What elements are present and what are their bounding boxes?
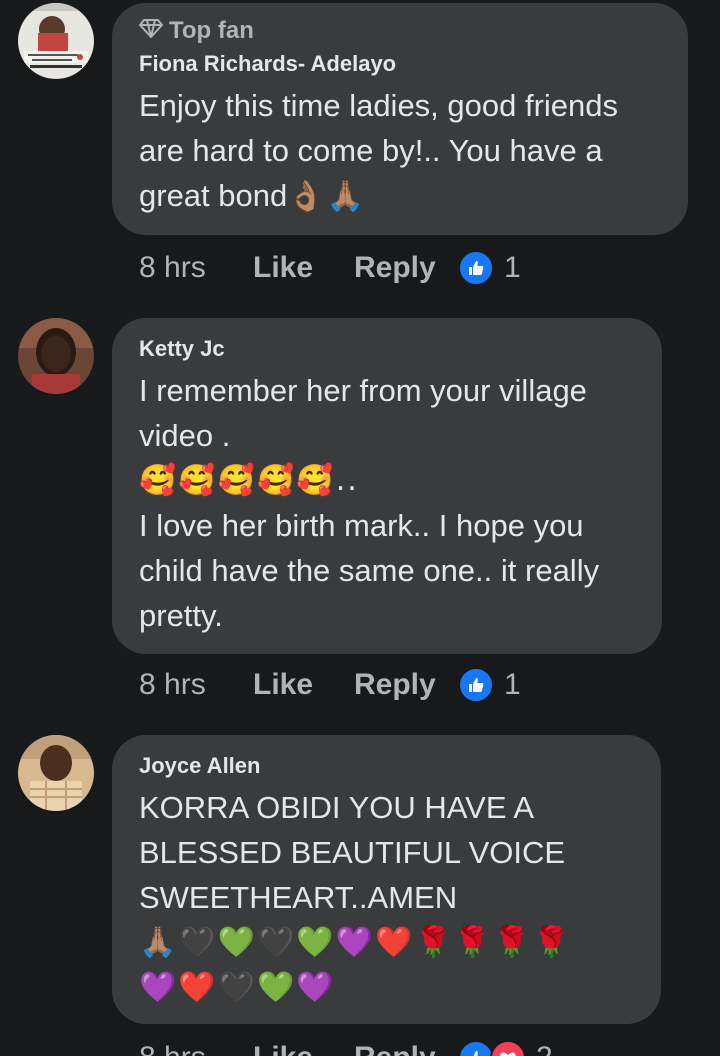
comment-bubble: Ketty Jc I remember her from your villag… [112,318,662,654]
comment-text: I remember her from your village video . [139,373,587,453]
thumbs-up-icon[interactable] [458,667,494,703]
comment-emoji: 👌🏽🙏🏽 [287,179,366,214]
comment-bubble: Joyce Allen KORRA OBIDI YOU HAVE A BLESS… [112,735,661,1024]
comment-emoji: 🙏🏽🖤💚🖤💚💜❤️🌹🌹🌹🌹 [139,925,572,960]
comment-author[interactable]: Joyce Allen [139,753,633,779]
comments-feed: Top fan Fiona Richards- Adelayo Enjoy th… [0,0,720,1056]
comment-emoji: 🥰🥰🥰🥰🥰.. [139,463,359,498]
like-button[interactable]: Like [253,668,354,702]
avatar[interactable] [18,735,94,811]
comment-text: Enjoy this time ladies, good friends are… [139,83,660,219]
heart-icon[interactable] [490,1040,526,1056]
comment-timestamp[interactable]: 8 hrs [139,668,253,702]
comment-bubble: Top fan Fiona Richards- Adelayo Enjoy th… [112,3,688,235]
comment-author[interactable]: Ketty Jc [139,336,634,362]
comment-timestamp[interactable]: 8 hrs [139,1041,253,1056]
top-fan-badge: Top fan [139,17,660,45]
comment-actions: 8 hrs Like Reply 1 [139,667,521,703]
avatar[interactable] [18,318,94,394]
comment-timestamp[interactable]: 8 hrs [139,251,253,285]
like-button[interactable]: Like [253,251,354,285]
reply-button[interactable]: Reply [354,251,458,285]
comment-emoji: 💜❤️🖤💚💜 [139,970,336,1005]
comment-body: Enjoy this time ladies, good friends are… [139,88,619,213]
thumbs-up-icon[interactable] [458,1040,494,1056]
reply-button[interactable]: Reply [354,1041,458,1056]
reply-button[interactable]: Reply [354,668,458,702]
top-fan-label: Top fan [169,17,254,44]
comment-text: KORRA OBIDI YOU HAVE A BLESSED BEAUTIFUL… [139,790,566,915]
comment-actions: 8 hrs Like Reply 2 [139,1040,553,1056]
reaction-count[interactable]: 1 [504,668,521,702]
like-button[interactable]: Like [253,1041,354,1056]
comment-actions: 8 hrs Like Reply 1 [139,250,521,286]
reaction-count[interactable]: 2 [536,1041,553,1056]
comment-text-continued: I love her birth mark.. I hope you child… [139,508,600,633]
diamond-icon [139,17,163,45]
avatar[interactable] [18,3,94,79]
comment-author[interactable]: Fiona Richards- Adelayo [139,51,660,77]
thumbs-up-icon[interactable] [458,250,494,286]
reaction-count[interactable]: 1 [504,251,521,285]
